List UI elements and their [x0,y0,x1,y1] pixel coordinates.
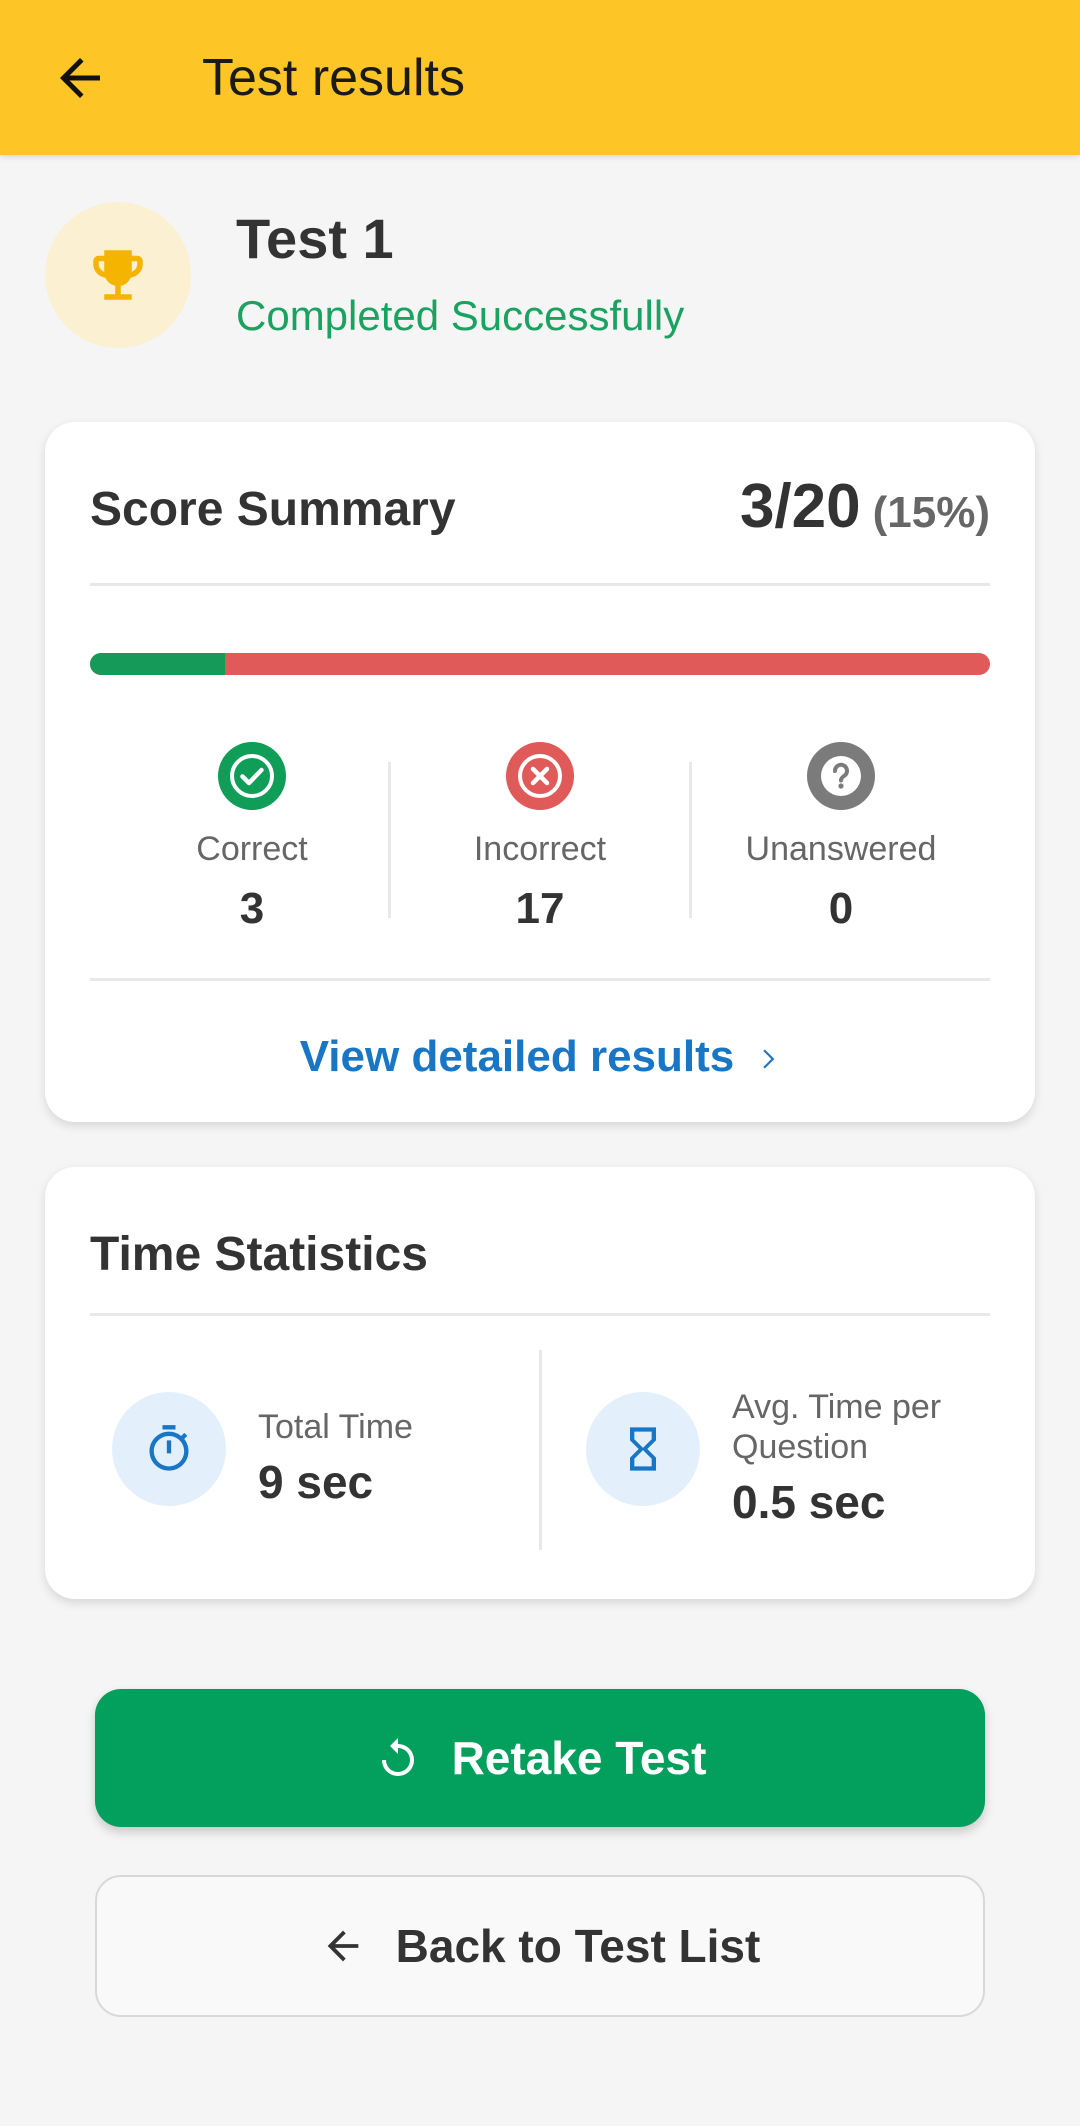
stat-value: 0 [828,884,854,933]
time-statistics-card: Time Statistics Total Time 9 sec Avg. Ti… [45,1167,1035,1599]
retake-test-button[interactable]: Retake Test [95,1689,985,1827]
stat-correct: Correct 3 [102,742,402,942]
hourglass-badge [586,1392,700,1506]
trophy-badge [45,202,191,348]
view-detailed-results-label: View detailed results [299,1032,735,1081]
page-title: Test results [202,49,465,107]
avg-time-block: Avg. Time per Question 0.5 sec [586,1388,1006,1572]
total-time-block: Total Time 9 sec [112,1392,512,1572]
total-time-label: Total Time [258,1408,413,1446]
divider [90,583,990,586]
stat-label: Unanswered [745,830,937,868]
stopwatch-icon [149,1425,189,1471]
back-arrow-icon[interactable] [50,48,110,108]
score-value: 3/20 (15%) [740,472,990,558]
score-fraction: 3/20 [739,472,861,541]
view-detailed-results-link[interactable]: View detailed results [45,1022,1035,1092]
arrow-left-icon [327,1930,358,1962]
cross-circle-icon [506,742,574,810]
stat-incorrect: Incorrect 17 [390,742,690,942]
test-header: Test 1 Completed Successfully [0,155,1080,415]
avg-time-label-line1: Avg. Time per [732,1388,942,1426]
test-status: Completed Successfully [236,292,685,339]
stopwatch-badge [112,1392,226,1506]
divider [90,1313,990,1316]
time-statistics-title: Time Statistics [90,1228,428,1281]
hourglass-icon [630,1427,656,1471]
total-time-value: 9 sec [258,1456,374,1508]
score-progress-fill [90,653,225,675]
refresh-icon [381,1737,414,1776]
avg-time-label-line2: Question [732,1428,869,1466]
back-to-test-list-button[interactable]: Back to Test List [95,1875,985,2017]
avg-time-value: 0.5 sec [732,1476,886,1528]
chevron-right-icon [763,1049,775,1069]
stat-value: 17 [515,884,565,933]
score-progress-bar [90,653,990,675]
score-summary-title: Score Summary [90,483,456,536]
stat-label: Correct [196,830,308,868]
trophy-icon [93,250,143,300]
stat-label: Incorrect [473,830,607,868]
score-percent: (15%) [872,488,990,537]
score-summary-card: Score Summary 3/20 (15%) Correct 3 Incorr… [45,422,1035,1122]
check-circle-icon [218,742,286,810]
stat-unanswered: Unanswered 0 [691,742,991,942]
retake-test-label: Retake Test [451,1732,707,1784]
question-circle-icon [807,742,875,810]
app-bar: Test results [0,0,1080,155]
divider [90,978,990,981]
stat-value: 3 [239,884,265,933]
back-to-test-list-label: Back to Test List [395,1920,761,1972]
test-name: Test 1 [236,207,394,270]
divider [539,1350,542,1550]
